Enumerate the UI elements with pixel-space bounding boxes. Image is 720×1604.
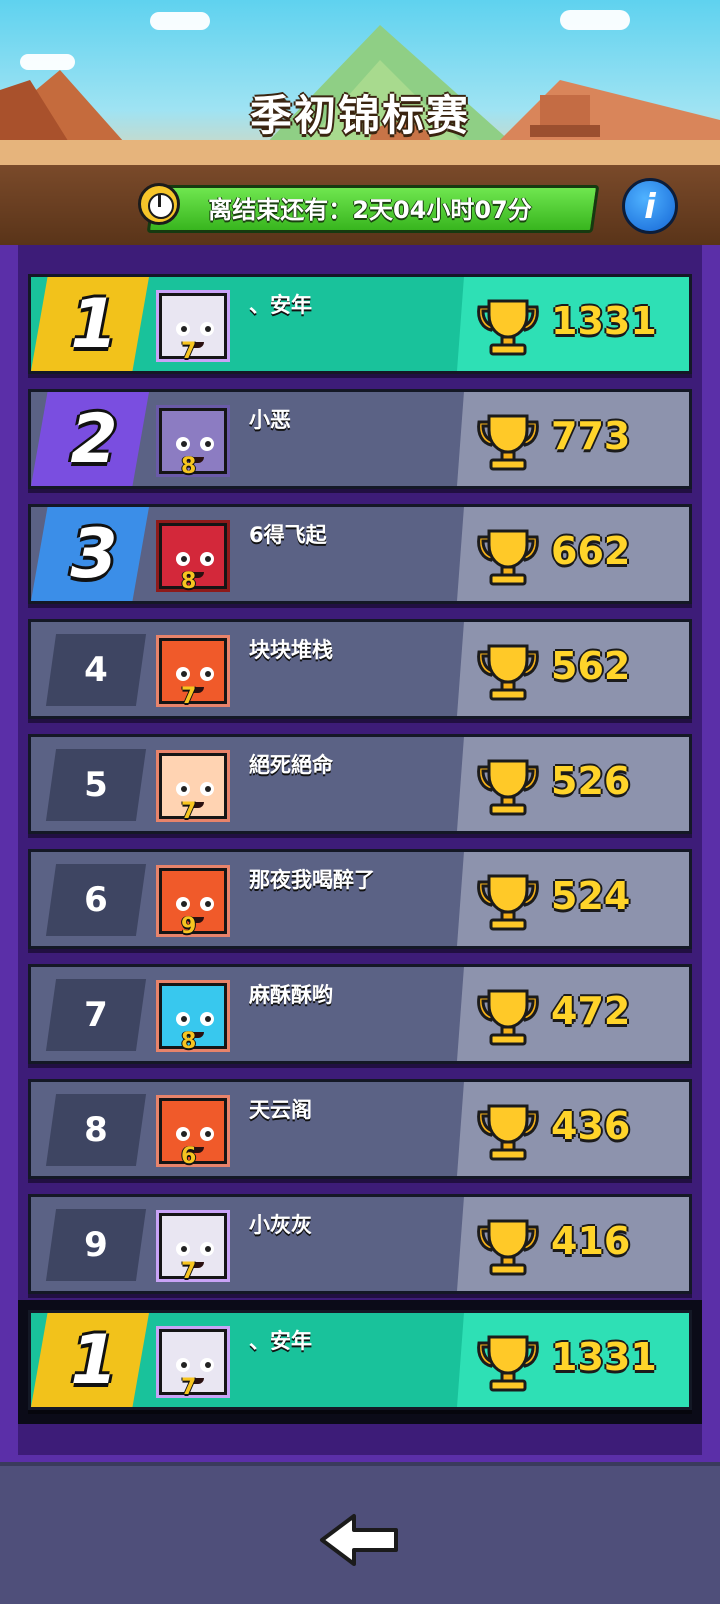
trophy-icon: [477, 1104, 539, 1161]
rank-number: 6: [84, 880, 108, 920]
player-level: 7: [181, 339, 197, 364]
trophy-icon: [477, 874, 539, 931]
trophy-score: 773: [551, 414, 631, 458]
trophy-score: 562: [551, 644, 631, 688]
leaderboard-row[interactable]: 4 7 块块堆栈 562: [28, 619, 692, 719]
page-title: 季初锦标赛: [249, 91, 470, 140]
player-level: 8: [181, 454, 197, 479]
leaderboard-row[interactable]: 2 8 小恶 773: [28, 389, 692, 489]
player-name: 小恶: [249, 408, 291, 432]
trophy-icon: [477, 759, 539, 816]
rank-number: 9: [84, 1225, 108, 1265]
player-name: 小灰灰: [249, 1213, 312, 1237]
trophy-score: 662: [551, 529, 631, 573]
player-name: 6得飞起: [249, 523, 327, 547]
trophy-score: 416: [551, 1219, 631, 1263]
player-level: 8: [181, 1029, 197, 1054]
trophy-icon: [477, 989, 539, 1046]
leaderboard-row[interactable]: 6 9 那夜我喝醉了 524: [28, 849, 692, 949]
player-level: 7: [181, 684, 197, 709]
trophy-score: 436: [551, 1104, 631, 1148]
rank-number: 2: [70, 400, 118, 479]
back-arrow-icon[interactable]: [318, 1512, 402, 1568]
my-rank-row[interactable]: 1 7 、安年 1331: [28, 274, 692, 374]
leaderboard-row[interactable]: 9 7 小灰灰 416: [28, 1194, 692, 1294]
player-name: 那夜我喝醉了: [249, 868, 375, 892]
clock-icon: [138, 183, 180, 225]
player-name: 麻酥酥哟: [249, 983, 333, 1007]
rank-number: 7: [84, 995, 108, 1035]
trophy-icon: [477, 644, 539, 701]
rank-number: 1: [70, 285, 118, 364]
rank-number: 1: [70, 1321, 118, 1400]
player-level: 9: [181, 914, 197, 939]
player-name: 天云阁: [249, 1098, 312, 1122]
player-level: 6: [181, 1144, 197, 1169]
rank-number: 3: [70, 515, 118, 594]
trophy-score: 1331: [551, 299, 657, 343]
player-level: 7: [181, 1375, 197, 1400]
leaderboard-row[interactable]: 8 6 天云阁 436: [28, 1079, 692, 1179]
trophy-score: 524: [551, 874, 631, 918]
trophy-icon: [477, 529, 539, 586]
trophy-score: 472: [551, 989, 631, 1033]
rank-number: 5: [84, 765, 108, 805]
trophy-score: 526: [551, 759, 631, 803]
player-name: 、安年: [249, 1329, 312, 1353]
player-level: 8: [181, 569, 197, 594]
player-level: 7: [181, 799, 197, 824]
info-button[interactable]: i: [622, 178, 678, 234]
cloud: [560, 10, 630, 30]
cloud: [150, 12, 210, 30]
timer-text: 离结束还有：2天04小时07分: [208, 196, 532, 224]
leaderboard-row[interactable]: 3 8 6得飞起 662: [28, 504, 692, 604]
trophy-icon: [477, 1219, 539, 1276]
trophy-icon: [477, 1335, 539, 1392]
leaderboard-row[interactable]: 5 7 絕死絕命 526: [28, 734, 692, 834]
rank-number: 8: [84, 1110, 108, 1150]
player-name: 絕死絕命: [249, 753, 333, 777]
my-rank-row[interactable]: 1 7 、安年 1331: [28, 1310, 692, 1410]
cloud: [20, 54, 75, 70]
leaderboard-row[interactable]: 7 8 麻酥酥哟 472: [28, 964, 692, 1064]
player-name: 块块堆栈: [249, 638, 333, 662]
rank-number: 4: [84, 650, 108, 690]
header-banner: 季初锦标赛 离结束还有：2天04小时07分 i: [0, 0, 720, 245]
trophy-icon: [477, 299, 539, 356]
trophy-icon: [477, 414, 539, 471]
player-level: 7: [181, 1259, 197, 1284]
trophy-score: 1331: [551, 1335, 657, 1379]
player-name: 、安年: [249, 293, 312, 317]
